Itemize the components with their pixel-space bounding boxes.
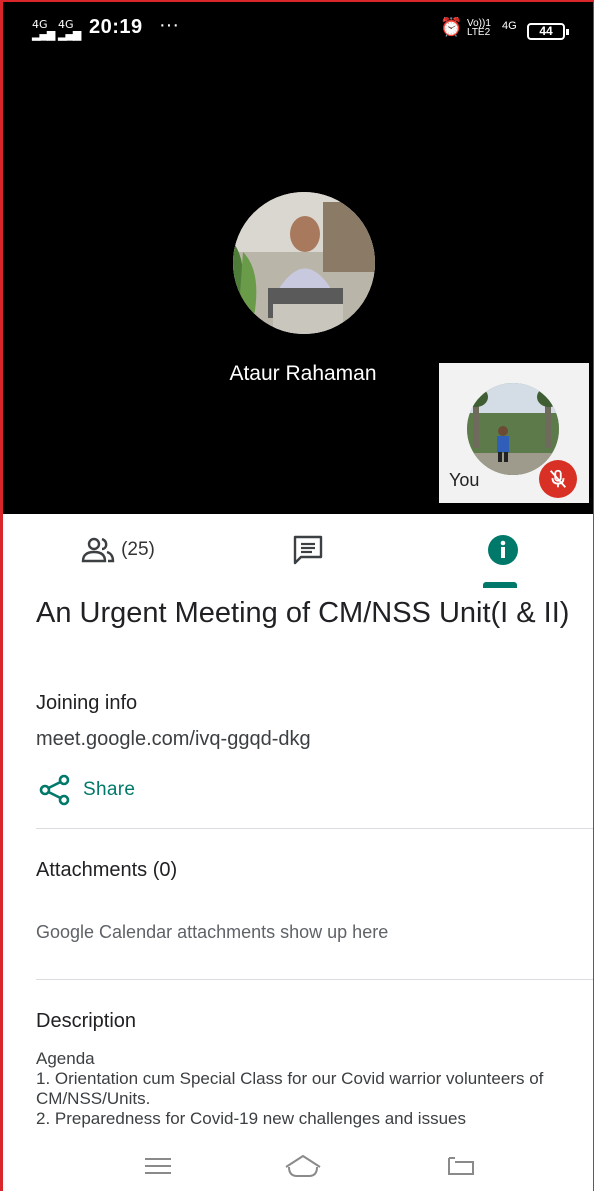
description-line: 1. Orientation cum Special Class for our…: [36, 1069, 544, 1108]
joining-info-heading: Joining info: [36, 692, 138, 714]
info-icon: [488, 535, 518, 565]
host-avatar[interactable]: [233, 192, 375, 334]
share-label: Share: [83, 779, 136, 800]
meeting-title: An Urgent Meeting of CM/NSS Unit(I & II): [36, 597, 570, 629]
menu-button[interactable]: [138, 1151, 178, 1181]
network-type: 4G: [502, 20, 517, 32]
tab-people[interactable]: (25): [63, 514, 173, 586]
tab-chat[interactable]: [273, 514, 343, 586]
attachments-heading: Attachments (0): [36, 859, 178, 881]
chat-icon: [293, 535, 323, 565]
volte-indicator: Vo))1 LTE2: [467, 19, 491, 38]
back-button[interactable]: [441, 1151, 481, 1181]
self-video-tile[interactable]: You: [439, 363, 589, 503]
video-area: 4G ▂▄▆ 4G ▂▄▆ 20:19 ··· ⏰ Vo))1 LTE2 4G …: [3, 2, 593, 514]
status-time: 20:19: [89, 16, 143, 38]
self-label: You: [449, 470, 480, 490]
sim2-signal-icon: 4G ▂▄▆: [58, 18, 81, 41]
description-line: 2. Preparedness for Covid-19 new challen…: [36, 1109, 466, 1128]
alarm-icon: ⏰: [440, 17, 463, 37]
description-line: Agenda: [36, 1049, 95, 1068]
details-tabs: (25): [3, 514, 593, 586]
menu-icon: [145, 1158, 171, 1174]
mic-off-button[interactable]: [539, 460, 577, 498]
people-icon: [81, 537, 115, 563]
attachments-note: Google Calendar attachments show up here: [36, 922, 389, 942]
system-nav-bar: [3, 1141, 593, 1191]
mic-off-icon: [549, 469, 567, 488]
description-heading: Description: [36, 1010, 137, 1032]
meeting-details: An Urgent Meeting of CM/NSS Unit(I & II)…: [3, 586, 593, 1141]
tab-info[interactable]: [468, 514, 538, 586]
home-icon: [285, 1155, 321, 1177]
self-avatar: [467, 383, 559, 475]
volte-bottom: LTE2: [467, 27, 491, 38]
home-button[interactable]: [283, 1151, 323, 1181]
divider: [36, 828, 593, 829]
description-body: Agenda 1. Orientation cum Special Class …: [36, 1049, 576, 1129]
back-icon: [448, 1157, 474, 1175]
share-button[interactable]: Share: [39, 774, 135, 806]
divider: [36, 979, 593, 980]
meeting-link[interactable]: meet.google.com/ivq-ggqd-dkg: [36, 728, 311, 751]
more-notifications-icon: ···: [159, 14, 179, 36]
sim1-signal-icon: 4G ▂▄▆: [32, 18, 55, 41]
battery-icon: 44: [527, 23, 569, 40]
status-bar: 4G ▂▄▆ 4G ▂▄▆ 20:19 ··· ⏰ Vo))1 LTE2 4G …: [3, 2, 593, 58]
people-count: (25): [121, 539, 155, 560]
share-icon: [39, 774, 70, 806]
